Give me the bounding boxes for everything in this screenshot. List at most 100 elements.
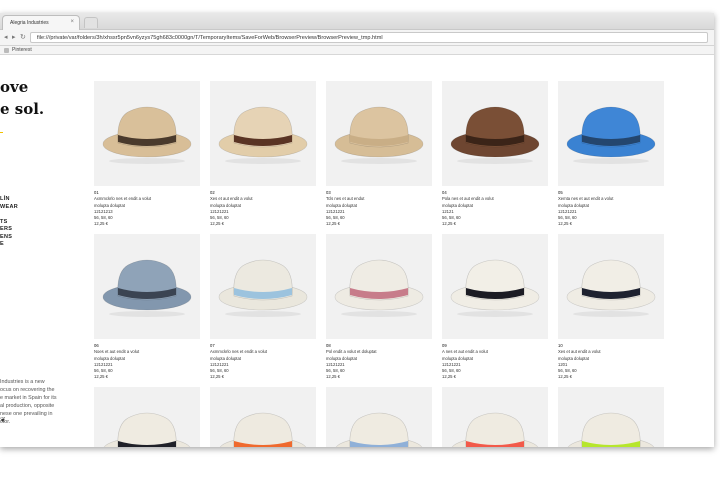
- hat-illustration: [335, 412, 423, 447]
- hat-illustration: [450, 106, 540, 164]
- product-card[interactable]: 01 Axmmckrlo nes et endit a volut molupta …: [94, 81, 200, 228]
- product-price: 12,25 €: [442, 374, 456, 380]
- product-card[interactable]: 09 A nes et aut endit a volut molupta dolu…: [442, 234, 548, 381]
- back-arrow-icon[interactable]: ◂: [4, 33, 8, 41]
- hat-illustration: [567, 412, 655, 447]
- tab-close-icon[interactable]: ×: [70, 19, 74, 25]
- nav-item[interactable]: E: [0, 241, 18, 249]
- product-image[interactable]: [94, 234, 200, 339]
- hat-shadow: [225, 158, 301, 164]
- hat-crown: [465, 412, 525, 447]
- hat-illustration: [334, 106, 424, 164]
- product-card[interactable]: [210, 387, 316, 447]
- sidebar-nav: LÍN WEAR TS ERS ENS E: [0, 196, 18, 249]
- product-card[interactable]: [442, 387, 548, 447]
- product-image[interactable]: [210, 81, 316, 186]
- product-price: 12,25 €: [326, 221, 340, 227]
- new-tab-button[interactable]: [84, 17, 98, 28]
- product-image[interactable]: [326, 234, 432, 339]
- hat-illustration: [218, 106, 308, 164]
- product-card[interactable]: 04 Pola nes et aut endit a volut molupta d…: [442, 81, 548, 228]
- product-info: 09 A nes et aut endit a volut molupta dolu…: [442, 343, 548, 381]
- forward-arrow-icon[interactable]: ▸: [12, 33, 16, 41]
- browser-tab[interactable]: Alegria Industries ×: [2, 15, 80, 30]
- product-card[interactable]: [558, 387, 664, 447]
- hat-crown: [349, 412, 409, 447]
- product-image[interactable]: [442, 81, 548, 186]
- accent-rule: [0, 132, 3, 133]
- headline-line2: e sol.: [0, 100, 45, 119]
- browser-toolbar: ◂ ▸ ↻ file:///private/var/folders/3h/xhs…: [0, 30, 714, 46]
- nav-item[interactable]: WEAR: [0, 204, 18, 212]
- product-image[interactable]: [94, 387, 200, 447]
- hat-illustration: [102, 106, 192, 164]
- hat-illustration: [102, 259, 192, 317]
- hat-illustration: [334, 259, 424, 317]
- hat-illustration: [219, 412, 307, 447]
- hat-illustration: [103, 412, 191, 447]
- hat-illustration: [451, 412, 539, 447]
- product-info: 01 Axmmckrlo nes et endit a volut molupta …: [94, 190, 200, 228]
- product-info: 08 Pol endit a volut et doluptat molupta d…: [326, 343, 432, 381]
- product-info: 05 Xemta nes et aut endit a volut molupta …: [558, 190, 664, 228]
- product-price: 12,25 €: [210, 374, 224, 380]
- headline: ove e sol.: [0, 76, 44, 120]
- product-card[interactable]: [326, 387, 432, 447]
- hat-shadow: [109, 311, 185, 317]
- product-card[interactable]: 06 Noes et aut endit a volut molupta dolup…: [94, 234, 200, 381]
- product-price: 12,25 €: [558, 221, 572, 227]
- about-text: Industries is a new ocus on recovering t…: [0, 379, 57, 425]
- nav-item[interactable]: [0, 211, 18, 219]
- product-image[interactable]: [326, 81, 432, 186]
- product-info: 02 Xes et aut endit a volut molupta dolupt…: [210, 190, 316, 228]
- product-image[interactable]: [210, 387, 316, 447]
- product-image[interactable]: [558, 234, 664, 339]
- product-price: 12,25 €: [326, 374, 340, 380]
- browser-window: Alegria Industries × ◂ ▸ ↻ file:///priva…: [0, 13, 714, 447]
- tab-title: Alegria Industries: [10, 20, 49, 26]
- nav-item[interactable]: LÍN: [0, 196, 18, 204]
- product-card[interactable]: 05 Xemta nes et aut endit a volut molupta …: [558, 81, 664, 228]
- nav-item[interactable]: ERS: [0, 226, 18, 234]
- product-price: 12,25 €: [442, 221, 456, 227]
- product-image[interactable]: [558, 81, 664, 186]
- bookmark-pinterest[interactable]: Pinterest: [12, 47, 32, 53]
- address-text: file:///private/var/folders/3h/xhssr5pn5…: [37, 35, 383, 41]
- product-info: 06 Noes et aut endit a volut molupta dolup…: [94, 343, 200, 381]
- product-price: 12,25 €: [94, 374, 108, 380]
- product-card[interactable]: 07 Axmmckrlo nes et endit a volut molupta …: [210, 234, 316, 381]
- product-price: 12,25 €: [94, 221, 108, 227]
- product-image[interactable]: [326, 387, 432, 447]
- hat-shadow: [341, 311, 417, 317]
- twitter-icon[interactable]: ❦: [0, 416, 6, 424]
- hat-crown: [233, 412, 293, 447]
- product-image[interactable]: [558, 387, 664, 447]
- product-info: 03 Tcls nes et aut endut molupta doluptat 1…: [326, 190, 432, 228]
- hat-shadow: [457, 158, 533, 164]
- hat-shadow: [573, 158, 649, 164]
- hat-illustration: [566, 106, 656, 164]
- product-image[interactable]: [94, 81, 200, 186]
- hat-illustration: [218, 259, 308, 317]
- product-image[interactable]: [442, 387, 548, 447]
- hat-shadow: [573, 311, 649, 317]
- hat-shadow: [341, 158, 417, 164]
- product-info: 04 Pola nes et aut endit a volut molupta d…: [442, 190, 548, 228]
- product-card[interactable]: 03 Tcls nes et aut endut molupta doluptat 1…: [326, 81, 432, 228]
- product-card[interactable]: 02 Xes et aut endit a volut molupta dolupt…: [210, 81, 316, 228]
- reload-icon[interactable]: ↻: [20, 33, 26, 41]
- product-price: 12,25 €: [558, 374, 572, 380]
- tab-bar: Alegria Industries ×: [0, 13, 714, 30]
- product-image[interactable]: [442, 234, 548, 339]
- product-card[interactable]: [94, 387, 200, 447]
- nav-item[interactable]: ENS: [0, 234, 18, 242]
- product-info: 10 Xes et aut endit a volut molupta dolupt…: [558, 343, 664, 381]
- hat-illustration: [566, 259, 656, 317]
- product-card[interactable]: 10 Xes et aut endit a volut molupta dolupt…: [558, 234, 664, 381]
- address-bar[interactable]: file:///private/var/folders/3h/xhssr5pn5…: [30, 32, 708, 43]
- product-price: 12,25 €: [210, 221, 224, 227]
- product-card[interactable]: 08 Pol endit a volut et doluptat molupta d…: [326, 234, 432, 381]
- product-image[interactable]: [210, 234, 316, 339]
- nav-item[interactable]: TS: [0, 219, 18, 227]
- bookmark-icon: [4, 48, 9, 53]
